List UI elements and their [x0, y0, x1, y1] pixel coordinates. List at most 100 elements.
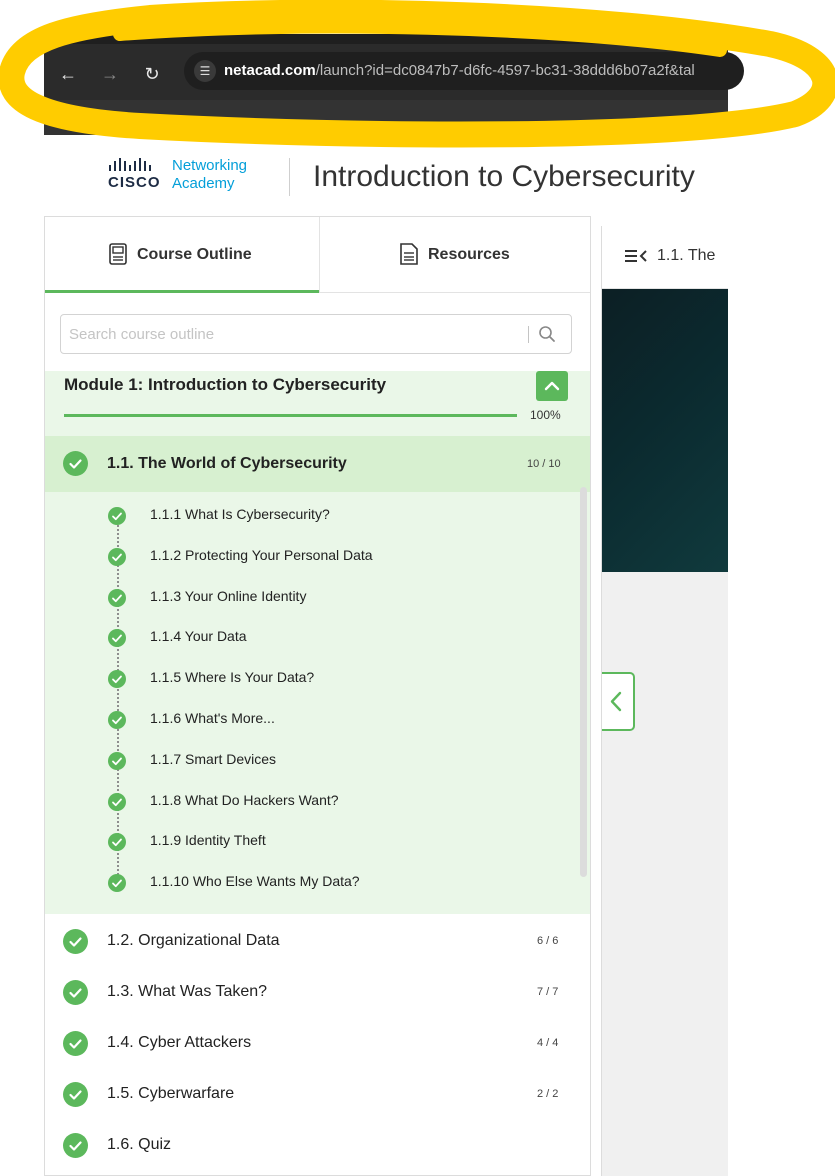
resources-document-icon — [400, 243, 418, 265]
browser-omnibar-row: ← → ↻ ☰ netacad.com/launch?id=dc0847b7-d… — [44, 44, 744, 100]
topic-label: 1.1.2 Protecting Your Personal Data — [150, 546, 373, 563]
section-title: 1.1. The World of Cybersecurity — [107, 455, 347, 472]
address-bar[interactable]: ☰ netacad.com/launch?id=dc0847b7-d6fc-45… — [184, 52, 744, 90]
completed-check-icon — [108, 588, 126, 607]
sidebar-scrollbar[interactable] — [580, 487, 587, 877]
completed-check-icon — [63, 929, 88, 954]
topic-item[interactable]: 1.1.4 Your Data — [45, 617, 590, 657]
reload-icon[interactable]: ↻ — [140, 62, 164, 86]
section-row[interactable]: 1.6. Quiz — [45, 1118, 590, 1173]
site-info-icon[interactable]: ☰ — [194, 60, 216, 82]
sidebar-toggle-button[interactable] — [602, 672, 635, 731]
url-host: netacad.com — [224, 62, 316, 79]
section-title: 1.2. Organizational Data — [107, 932, 280, 949]
completed-check-icon — [63, 1133, 88, 1158]
topic-label: 1.1.6 What's More... — [150, 710, 275, 726]
completed-check-icon — [108, 792, 126, 811]
section-count: 2 / 2 — [537, 1088, 559, 1100]
completed-check-icon — [108, 874, 126, 893]
apps-grid-icon[interactable] — [58, 108, 76, 126]
topic-item[interactable]: 1.1.6 What's More... — [45, 699, 590, 739]
section-count: 6 / 6 — [537, 935, 559, 947]
logo-networking-text: Networking — [172, 157, 248, 174]
browser-toolbar: ← → ↻ ☰ netacad.com/launch?id=dc0847b7-d… — [44, 34, 744, 135]
section-title: 1.3. What Was Taken? — [107, 983, 268, 1000]
topic-label: 1.1.8 What Do Hackers Want? — [150, 791, 339, 808]
topic-label: 1.1.7 Smart Devices — [150, 750, 277, 767]
module-progress-bar — [64, 414, 517, 417]
search-divider — [528, 326, 529, 343]
tab-course-outline[interactable]: Course Outline — [45, 217, 319, 293]
completed-check-icon — [108, 547, 126, 566]
chevron-left-icon — [610, 691, 622, 712]
course-outline-sidebar: Course Outline Resources Module 1: Intro… — [44, 216, 591, 1176]
topic-label: 1.1.3 Your Online Identity — [150, 587, 307, 604]
completed-check-icon — [63, 451, 88, 476]
topic-item[interactable]: 1.1.3 Your Online Identity — [45, 577, 590, 617]
topic-item[interactable]: 1.1.1 What Is Cybersecurity? — [45, 495, 590, 535]
module-header[interactable]: Module 1: Introduction to Cybersecurity … — [45, 371, 590, 436]
collapse-menu-icon[interactable] — [624, 248, 648, 264]
forward-arrow-icon[interactable]: → — [98, 62, 122, 86]
cisco-networking-academy-logo[interactable]: CISCO Networking Academy — [108, 157, 272, 195]
logo-academy-text: Academy — [172, 175, 235, 192]
completed-check-icon — [63, 1031, 88, 1056]
logo-cisco-word: CISCO — [108, 174, 161, 191]
url-text[interactable]: netacad.com/launch?id=dc0847b7-d6fc-4597… — [224, 62, 695, 79]
completed-check-icon — [108, 711, 126, 729]
hero-banner-image — [602, 289, 728, 572]
section-count: 7 / 7 — [537, 986, 559, 998]
header-divider — [289, 158, 290, 196]
content-title: 1.1. The — [657, 247, 716, 264]
topic-item[interactable]: 1.1.10 Who Else Wants My Data? — [45, 862, 590, 902]
completed-check-icon — [108, 833, 126, 852]
section-count: 10 / 10 — [527, 458, 561, 470]
search-box — [60, 314, 572, 354]
topic-item[interactable]: 1.1.7 Smart Devices — [45, 740, 590, 780]
cisco-bars-icon — [109, 158, 151, 171]
completed-check-icon — [108, 751, 126, 770]
collapse-module-button[interactable] — [536, 371, 568, 401]
topic-label: 1.1.9 Identity Theft — [150, 832, 266, 849]
topic-item[interactable]: 1.1.9 Identity Theft — [45, 821, 590, 861]
content-topbar: 1.1. The — [602, 226, 728, 289]
course-title: Introduction to Cybersecurity — [313, 160, 695, 193]
completed-check-icon — [108, 507, 126, 525]
section-count: 4 / 4 — [537, 1037, 559, 1049]
back-arrow-icon[interactable]: ← — [56, 62, 80, 86]
topic-item[interactable]: 1.1.8 What Do Hackers Want? — [45, 781, 590, 821]
chevron-up-icon — [544, 381, 560, 391]
url-path: /launch?id=dc0847b7-d6fc-4597-bc31-38ddd… — [315, 62, 695, 79]
section-row[interactable]: 1.3. What Was Taken? 7 / 7 — [45, 965, 590, 1020]
search-input[interactable] — [69, 315, 509, 353]
topic-label: 1.1.4 Your Data — [150, 628, 247, 645]
completed-check-icon — [108, 670, 126, 689]
browser-tabstrip — [44, 34, 728, 44]
module-title: Module 1: Introduction to Cybersecurity — [64, 375, 387, 394]
section-title: 1.4. Cyber Attackers — [107, 1034, 252, 1051]
topic-label: 1.1.10 Who Else Wants My Data? — [150, 873, 360, 890]
outline-document-icon — [109, 243, 127, 265]
topic-item[interactable]: 1.1.2 Protecting Your Personal Data — [45, 536, 590, 576]
completed-check-icon — [63, 980, 88, 1005]
topic-label: 1.1.1 What Is Cybersecurity? — [150, 506, 330, 522]
section-title: 1.5. Cyberwarfare — [107, 1085, 235, 1102]
completed-check-icon — [108, 629, 126, 648]
section-title: 1.6. Quiz — [107, 1136, 172, 1153]
bookmarks-bar — [44, 100, 728, 135]
topic-list: 1.1.1 What Is Cybersecurity? 1.1.2 Protec… — [45, 492, 590, 914]
module-progress-fill — [64, 414, 517, 417]
section-row[interactable]: 1.5. Cyberwarfare 2 / 2 — [45, 1067, 590, 1122]
content-pane: 1.1. The — [601, 226, 728, 1176]
tab-resources[interactable]: Resources — [319, 217, 590, 293]
section-row-active[interactable]: 1.1. The World of Cybersecurity 10 / 10 — [45, 436, 590, 492]
completed-check-icon — [63, 1082, 88, 1107]
topic-item[interactable]: 1.1.5 Where Is Your Data? — [45, 658, 590, 698]
section-row[interactable]: 1.2. Organizational Data 6 / 6 — [45, 914, 590, 969]
tab-course-outline-label: Course Outline — [137, 246, 252, 263]
search-icon[interactable] — [538, 325, 556, 343]
section-row[interactable]: 1.4. Cyber Attackers 4 / 4 — [45, 1016, 590, 1071]
topic-label: 1.1.5 Where Is Your Data? — [150, 669, 315, 686]
module-progress-label: 100% — [530, 408, 561, 422]
tab-resources-label: Resources — [428, 246, 510, 263]
